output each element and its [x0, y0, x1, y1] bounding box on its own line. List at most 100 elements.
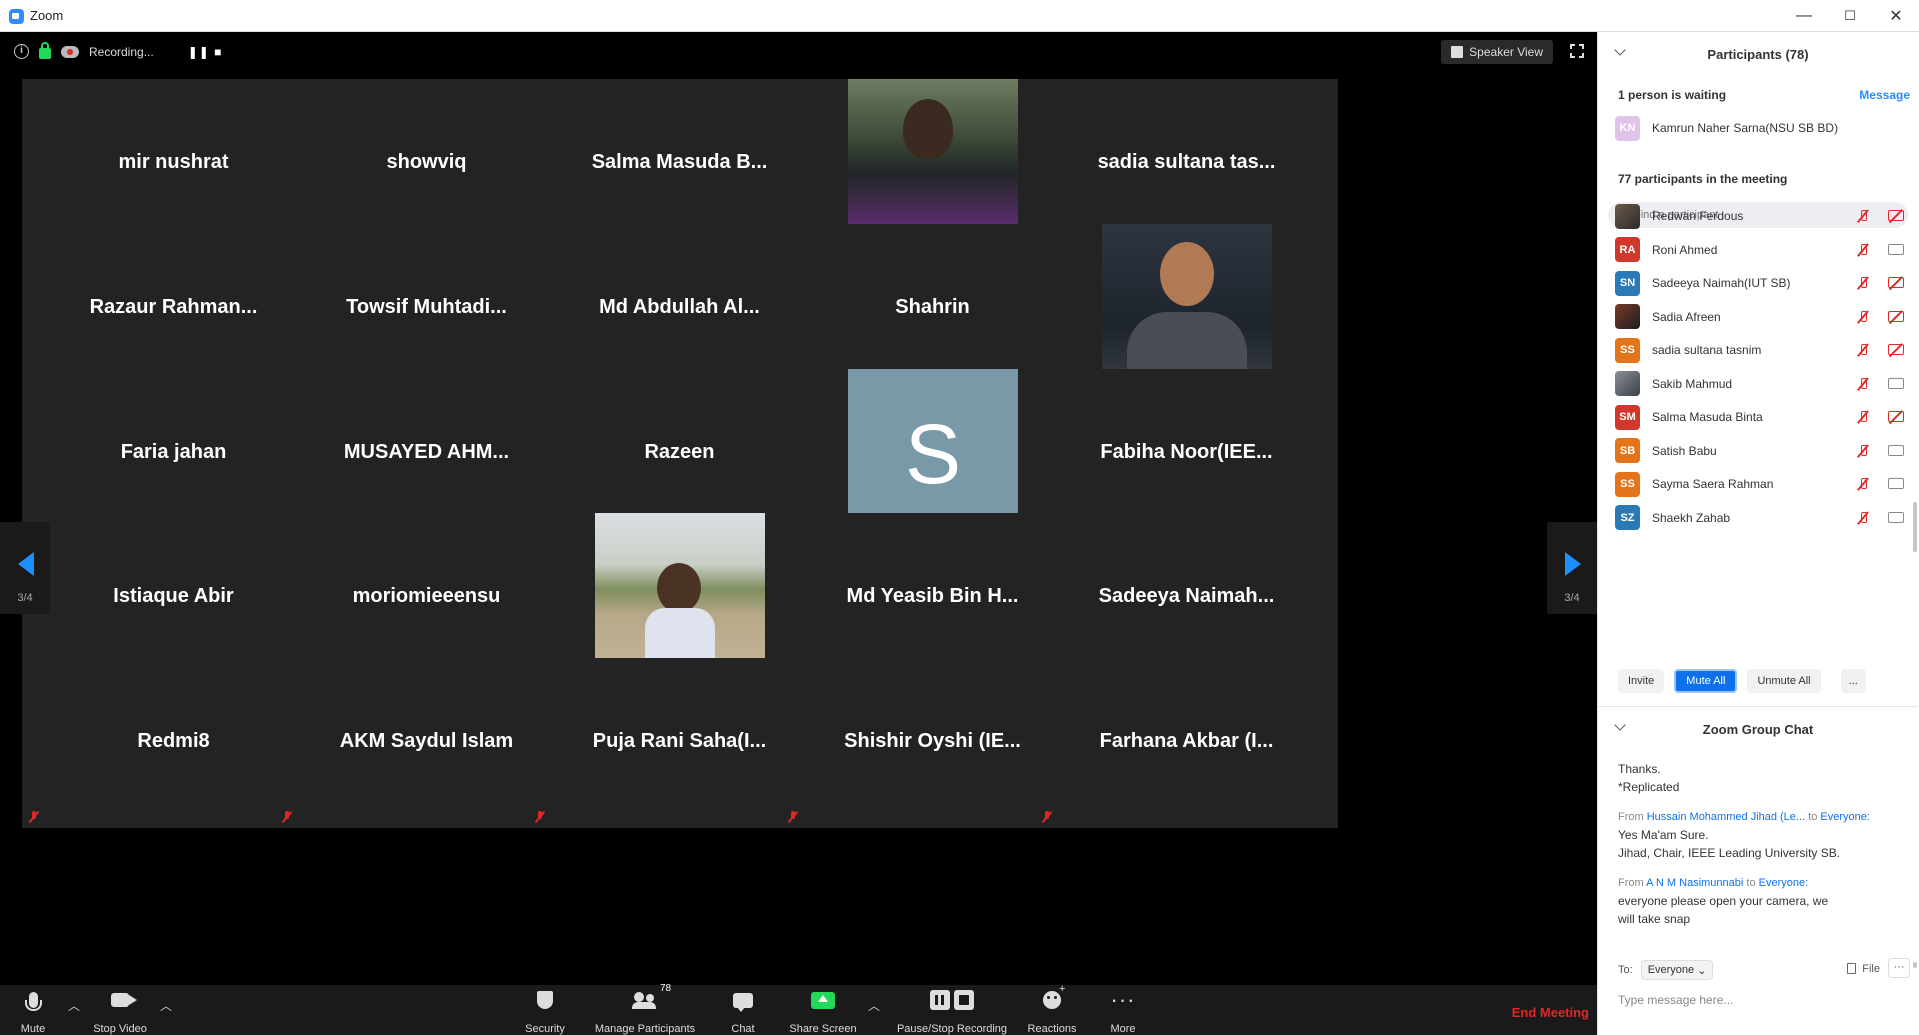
participant-row[interactable]: Sadia Afreen: [1615, 300, 1910, 334]
stop-video-button[interactable]: Stop Video: [90, 985, 150, 1035]
more-label: More: [1110, 1023, 1136, 1035]
muted-mic-icon[interactable]: [1856, 444, 1870, 458]
recording-controls[interactable]: ❚❚ ■: [188, 45, 223, 59]
unmute-all-button[interactable]: Unmute All: [1747, 669, 1821, 693]
from-word: From: [1618, 877, 1644, 889]
video-camera-icon[interactable]: [1888, 511, 1904, 523]
avatar: SB: [1615, 438, 1640, 463]
muted-mic-icon[interactable]: [1856, 243, 1870, 257]
chat-message-text: Thanks. *Replicated: [1618, 762, 1680, 794]
window-title: Zoom: [30, 8, 64, 23]
arrow-right-icon: [1565, 552, 1581, 576]
video-camera-icon[interactable]: [1888, 377, 1904, 389]
video-camera-icon[interactable]: [1888, 444, 1904, 456]
microphone-icon: [24, 992, 42, 1011]
chat-more-button[interactable]: ···: [1888, 958, 1910, 978]
audio-options-chevron-icon[interactable]: ︿: [68, 997, 80, 1014]
participant-row[interactable]: Sakib Mahmud: [1615, 367, 1910, 401]
close-button[interactable]: ✕: [1873, 0, 1919, 32]
message-button[interactable]: Message: [1859, 88, 1910, 102]
video-camera-icon[interactable]: [1888, 478, 1904, 489]
next-page-button[interactable]: 3/4: [1547, 522, 1597, 614]
mute-button[interactable]: Mute: [12, 985, 54, 1035]
participant-row[interactable]: SN Sadeeya Naimah(IUT SB): [1615, 266, 1910, 300]
participant-row[interactable]: SS Sayma Saera Rahman: [1615, 467, 1910, 501]
participant-row[interactable]: SS sadia sultana tasnim: [1615, 333, 1910, 367]
tile-participant-name: Sadeeya Naimah...: [1098, 585, 1275, 607]
muted-mic-icon: [534, 811, 546, 823]
chat-icon: [733, 992, 753, 1012]
chat-title: Zoom Group Chat: [1702, 722, 1814, 737]
cloud-recording-icon: [61, 45, 79, 58]
video-camera-icon[interactable]: [1888, 243, 1904, 255]
video-off-icon[interactable]: [1888, 411, 1904, 422]
mute-all-button[interactable]: Mute All: [1674, 669, 1738, 693]
pause-stop-recording-button[interactable]: Pause/Stop Recording: [890, 985, 1014, 1035]
recipient-name: Everyone:: [1758, 877, 1809, 889]
participants-more-button[interactable]: ...: [1840, 669, 1866, 693]
more-button[interactable]: ··· More: [1103, 985, 1143, 1035]
chat-message-input[interactable]: [1610, 988, 1910, 1012]
stop-video-label: Stop Video: [93, 1023, 147, 1035]
share-screen-button[interactable]: Share Screen: [785, 985, 861, 1035]
security-button[interactable]: Security: [525, 985, 565, 1035]
previous-page-button[interactable]: 3/4: [0, 522, 50, 614]
participant-row[interactable]: Redwan Ferdous: [1615, 199, 1910, 233]
video-off-icon[interactable]: [1888, 310, 1904, 322]
grid-icon: [1451, 46, 1464, 58]
muted-mic-icon[interactable]: [1856, 377, 1870, 391]
chat-button[interactable]: Chat: [723, 985, 763, 1035]
waiting-label: 1 person is waiting: [1618, 88, 1727, 102]
muted-mic-icon[interactable]: [1856, 477, 1870, 491]
muted-mic-icon[interactable]: [1856, 276, 1870, 290]
participant-row[interactable]: SZ Shaekh Zahab: [1615, 501, 1910, 535]
chat-scrollbar[interactable]: [1913, 962, 1917, 968]
end-meeting-button[interactable]: End Meeting: [1512, 1005, 1589, 1020]
reactions-button[interactable]: Reactions: [1026, 983, 1078, 1035]
muted-mic-icon: [28, 811, 40, 823]
muted-mic-icon[interactable]: [1856, 310, 1870, 324]
muted-mic-icon[interactable]: [1856, 343, 1870, 357]
participant-list-scrollbar[interactable]: [1913, 502, 1917, 552]
muted-mic-icon[interactable]: [1856, 209, 1870, 223]
to-word: to: [1746, 877, 1756, 889]
maximize-button[interactable]: ☐: [1827, 0, 1873, 32]
share-options-chevron-icon[interactable]: ︿: [868, 997, 880, 1014]
sender-name[interactable]: A N M Nasimunnabi: [1646, 877, 1743, 889]
shield-icon: [537, 991, 553, 1009]
fullscreen-icon[interactable]: [1570, 44, 1584, 58]
info-icon[interactable]: i: [14, 44, 29, 59]
participant-row[interactable]: SB Satish Babu: [1615, 434, 1910, 468]
avatar: [1615, 304, 1640, 329]
file-button[interactable]: File: [1847, 963, 1880, 975]
video-off-icon[interactable]: [1888, 210, 1904, 221]
avatar: SM: [1615, 404, 1640, 430]
video-options-chevron-icon[interactable]: ︿: [160, 997, 172, 1014]
muted-mic-icon[interactable]: [1856, 410, 1870, 424]
minimize-button[interactable]: —: [1781, 0, 1827, 32]
participants-icon: [632, 992, 658, 1009]
lock-icon[interactable]: [39, 42, 51, 59]
manage-participants-button[interactable]: 78 Manage Participants: [590, 983, 700, 1035]
meeting-status-bar: i Recording... ❚❚ ■: [14, 42, 223, 59]
video-tile[interactable]: Farhana Akbar (I...: [1035, 658, 1338, 828]
muted-mic-icon[interactable]: [1856, 511, 1870, 525]
muted-mic-icon: [787, 811, 799, 823]
tile-participant-name: Farhana Akbar (I...: [1099, 730, 1274, 752]
avatar: [1615, 203, 1640, 229]
participant-name: sadia sultana tasnim: [1652, 343, 1762, 357]
tile-participant-name: sadia sultana tas...: [1097, 151, 1276, 173]
speaker-view-button[interactable]: Speaker View: [1441, 40, 1553, 64]
sender-name[interactable]: Hussain Mohammed Jihad (Le...: [1647, 811, 1805, 823]
invite-button[interactable]: Invite: [1618, 669, 1665, 693]
file-icon: [1847, 963, 1857, 974]
pause-stop-icon: [930, 990, 974, 1010]
participant-row[interactable]: RA Roni Ahmed: [1615, 233, 1910, 267]
video-off-icon[interactable]: [1888, 277, 1904, 288]
waiting-participant-row[interactable]: KN Kamrun Naher Sarna(NSU SB BD): [1615, 111, 1910, 145]
video-off-icon[interactable]: [1888, 344, 1904, 355]
recipient-dropdown[interactable]: Everyone ⌄: [1640, 960, 1714, 980]
participant-row[interactable]: SM Salma Masuda Binta: [1615, 400, 1910, 434]
speaker-view-label: Speaker View: [1469, 45, 1543, 59]
participants-title: Participants (78): [1707, 47, 1809, 62]
